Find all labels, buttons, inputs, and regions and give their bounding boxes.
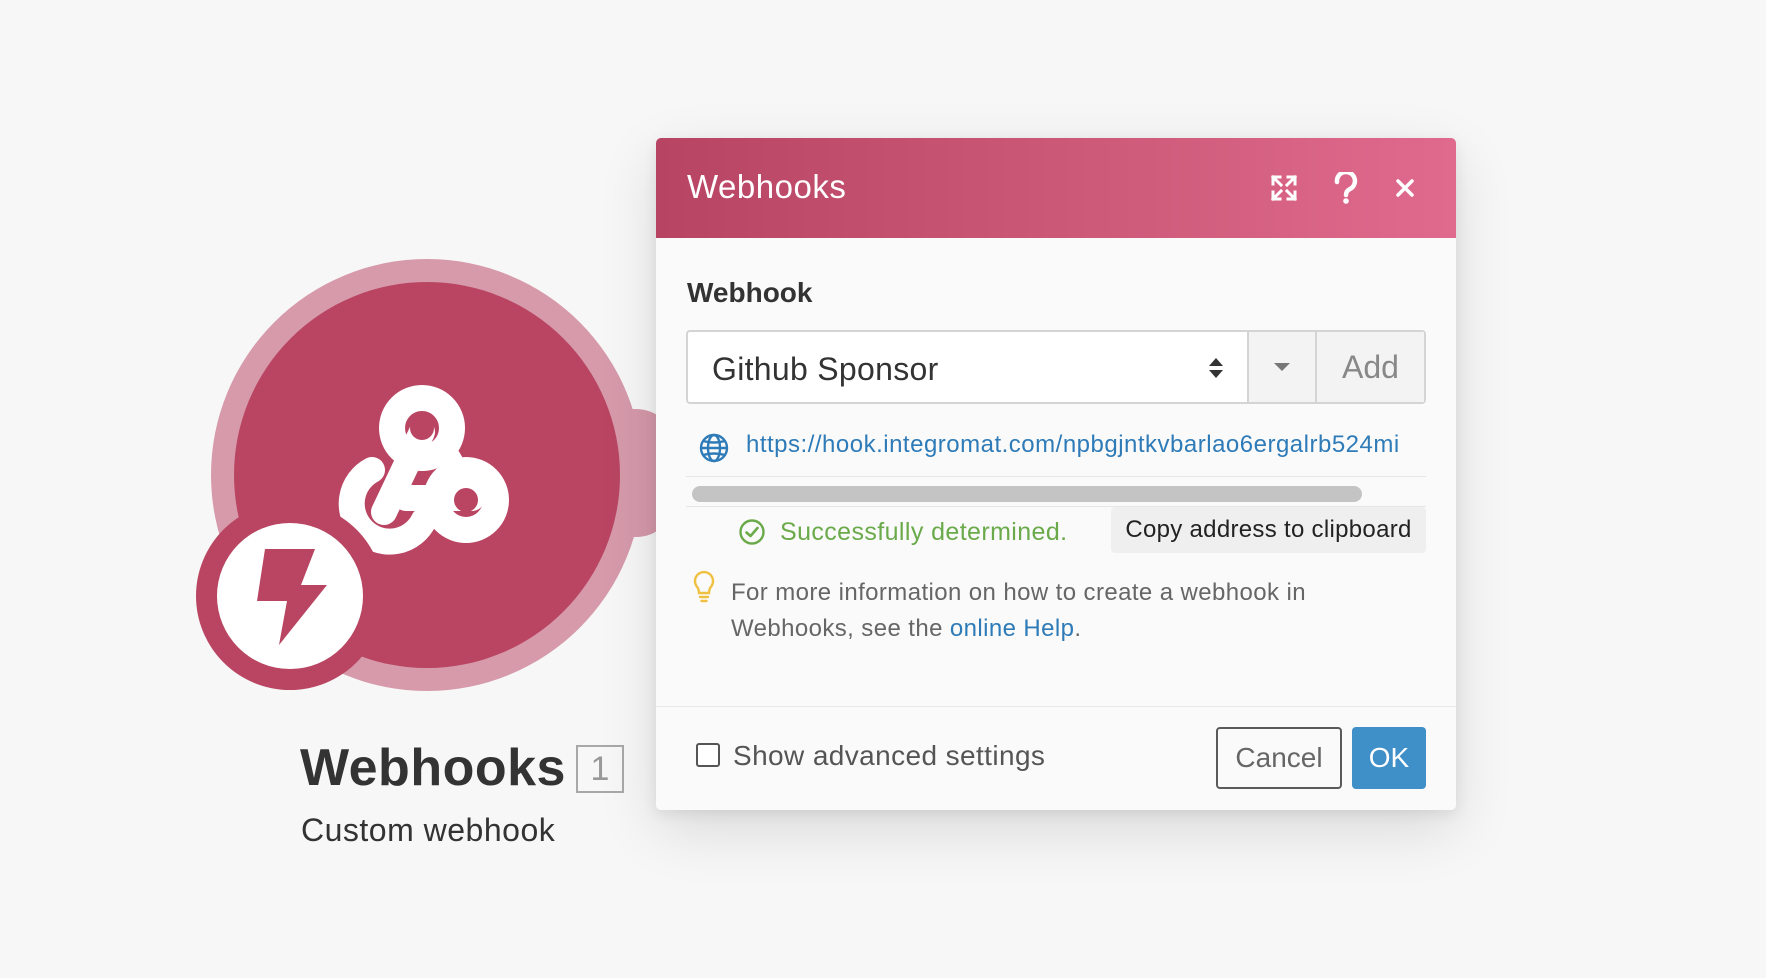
help-button[interactable] <box>1324 166 1368 210</box>
status-row: Successfully determined. <box>738 510 1068 554</box>
dialog-title: Webhooks <box>687 168 847 205</box>
webhook-dropdown-button[interactable] <box>1249 332 1317 402</box>
advanced-settings-label[interactable]: Show advanced settings <box>733 740 1045 772</box>
check-circle-icon <box>739 519 765 545</box>
close-button[interactable] <box>1383 166 1427 210</box>
online-help-link[interactable]: online Help <box>950 615 1074 642</box>
advanced-settings-checkbox[interactable] <box>696 743 720 767</box>
ok-button[interactable]: OK <box>1352 727 1426 789</box>
dialog-footer: Show advanced settings Cancel OK <box>656 706 1456 810</box>
webhook-select[interactable]: Github Sponsor <box>688 332 1249 402</box>
url-scrollbar-thumb[interactable] <box>692 486 1362 502</box>
lightning-bolt-icon <box>257 549 327 645</box>
module-title: Webhooks <box>300 739 566 797</box>
dialog-header: Webhooks <box>656 138 1456 238</box>
trigger-badge-inner <box>217 523 363 669</box>
instant-trigger-badge <box>196 502 384 690</box>
expand-button[interactable] <box>1262 166 1306 210</box>
caret-down-icon <box>1274 363 1290 371</box>
add-webhook-button[interactable]: Add <box>1317 332 1424 402</box>
webhook-url[interactable]: https://hook.integromat.com/npbgjntkvbar… <box>746 431 1400 459</box>
webhook-field-label: Webhook <box>687 277 813 308</box>
webhook-select-value: Github Sponsor <box>712 351 939 387</box>
module-count-badge: 1 <box>576 745 624 793</box>
cancel-button[interactable]: Cancel <box>1216 727 1342 789</box>
info-text-after: . <box>1074 615 1082 642</box>
lightbulb-icon <box>693 571 715 603</box>
sort-arrows-icon <box>1209 358 1223 378</box>
globe-icon <box>699 433 729 463</box>
expand-icon <box>1270 174 1298 202</box>
webhook-url-row[interactable]: https://hook.integromat.com/npbgjntkvbar… <box>686 424 1426 477</box>
webhook-select-group: Github Sponsor Add <box>686 330 1426 404</box>
copy-address-button[interactable]: Copy address to clipboard <box>1111 507 1426 553</box>
url-scroll-track[interactable] <box>686 476 1426 507</box>
canvas: Webhooks 1 Custom webhook Webhooks Webho… <box>0 0 1766 978</box>
module-subtitle: Custom webhook <box>301 812 556 848</box>
status-text: Successfully determined. <box>780 517 1068 546</box>
info-text: For more information on how to create a … <box>731 575 1391 647</box>
help-icon <box>1334 172 1358 204</box>
webhooks-dialog: Webhooks Webhook Github Sponsor Add http… <box>656 138 1456 810</box>
close-icon <box>1396 179 1414 197</box>
